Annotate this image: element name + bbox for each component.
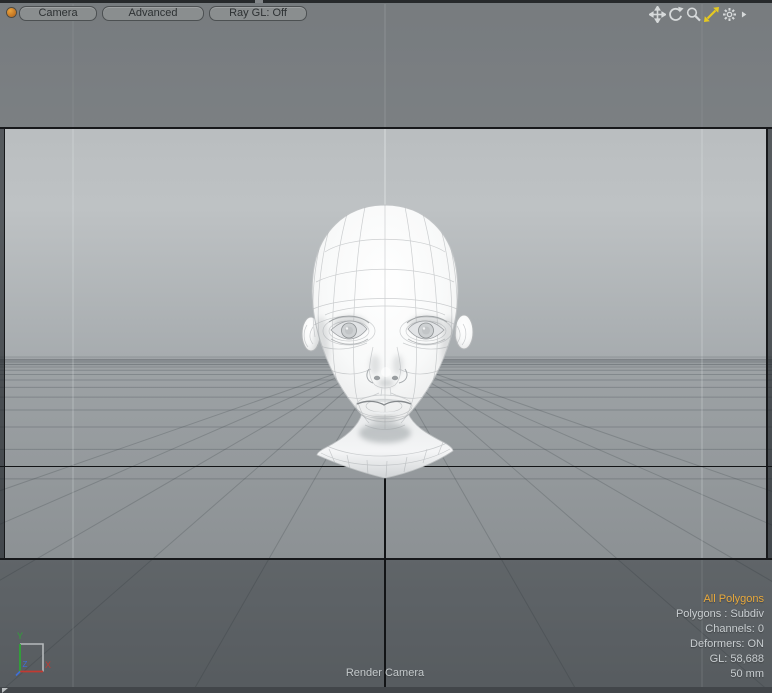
gizmo-z-label: Z [23,660,28,669]
viewport-nav-icons [649,6,749,23]
stats-polygons: Polygons : Subdiv [676,607,764,622]
settings-icon[interactable] [721,6,738,23]
head-model[interactable] [295,197,475,487]
bottom-panel-edge [0,687,772,693]
advanced-button[interactable]: Advanced [102,6,204,21]
camera-frame-bottom-edge [0,558,772,560]
workplane-axis-gizmo: Y X Z [8,626,58,678]
camera-frame-right-edge [766,128,768,559]
ray-gl-button[interactable]: Ray GL: Off [209,6,307,21]
camera-name-label: Render Camera [285,667,485,679]
top-panel-edge [0,0,772,3]
stats-deformers: Deformers: ON [676,637,764,652]
camera-frame-top-edge [0,127,772,129]
stats-channels: Channels: 0 [676,622,764,637]
viewport-stats: All Polygons Polygons : Subdiv Channels:… [676,592,764,682]
expand-icon[interactable] [739,6,749,23]
viewport-indicator-dot[interactable] [7,8,16,17]
rotate-icon[interactable] [667,6,684,23]
camera-frame-left-edge [4,128,5,559]
corner-resize-handle[interactable] [2,688,8,693]
zoom-icon[interactable] [685,6,702,23]
stats-gl-count: GL: 58,688 [676,652,764,667]
maximize-icon[interactable] [703,6,720,23]
stats-focal-length: 50 mm [676,667,764,682]
viewport-window: Camera Advanced Ray GL: Off [0,0,772,693]
stats-selection-mode: All Polygons [676,592,764,607]
gizmo-x-label: X [45,660,51,670]
world-z-axis-line [384,466,386,693]
pan-icon[interactable] [649,6,666,23]
gizmo-y-label: Y [17,631,23,641]
viewport-toolbar: Camera Advanced Ray GL: Off [19,6,307,21]
camera-button[interactable]: Camera [19,6,97,21]
top-panel-tab-notch [255,0,263,3]
